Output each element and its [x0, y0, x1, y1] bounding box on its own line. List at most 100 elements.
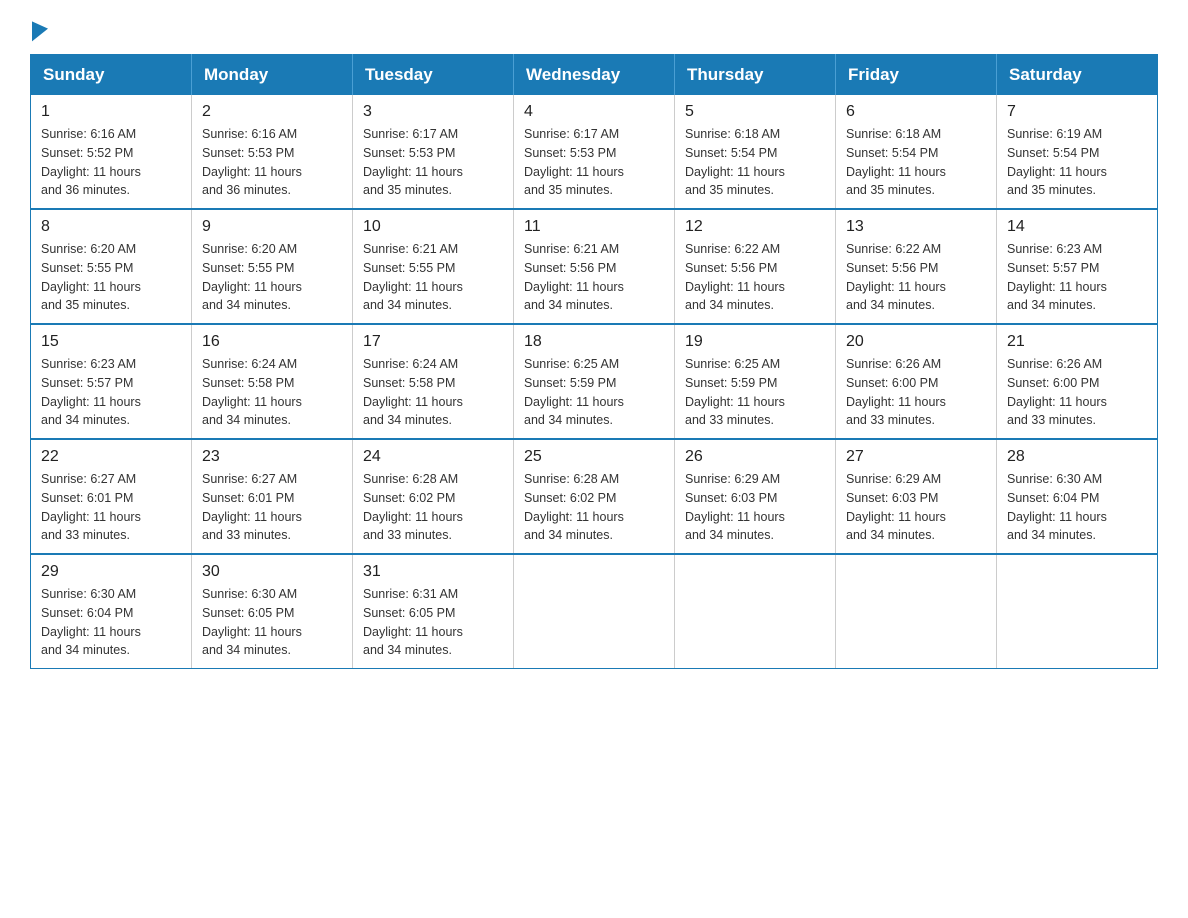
calendar-cell: 17 Sunrise: 6:24 AM Sunset: 5:58 PM Dayl…: [353, 324, 514, 439]
day-number: 19: [685, 333, 825, 351]
calendar-cell: 4 Sunrise: 6:17 AM Sunset: 5:53 PM Dayli…: [514, 95, 675, 209]
col-header-tuesday: Tuesday: [353, 55, 514, 96]
day-number: 13: [846, 218, 986, 236]
day-info: Sunrise: 6:20 AM Sunset: 5:55 PM Dayligh…: [202, 240, 342, 315]
day-number: 20: [846, 333, 986, 351]
day-info: Sunrise: 6:20 AM Sunset: 5:55 PM Dayligh…: [41, 240, 181, 315]
day-number: 29: [41, 563, 181, 581]
calendar-cell: 7 Sunrise: 6:19 AM Sunset: 5:54 PM Dayli…: [997, 95, 1158, 209]
day-number: 17: [363, 333, 503, 351]
calendar-cell: 25 Sunrise: 6:28 AM Sunset: 6:02 PM Dayl…: [514, 439, 675, 554]
calendar-cell: [997, 554, 1158, 669]
calendar-cell: 19 Sunrise: 6:25 AM Sunset: 5:59 PM Dayl…: [675, 324, 836, 439]
calendar-cell: 28 Sunrise: 6:30 AM Sunset: 6:04 PM Dayl…: [997, 439, 1158, 554]
col-header-friday: Friday: [836, 55, 997, 96]
day-info: Sunrise: 6:27 AM Sunset: 6:01 PM Dayligh…: [202, 470, 342, 545]
calendar-cell: 11 Sunrise: 6:21 AM Sunset: 5:56 PM Dayl…: [514, 209, 675, 324]
calendar-week-row: 15 Sunrise: 6:23 AM Sunset: 5:57 PM Dayl…: [31, 324, 1158, 439]
calendar-cell: 20 Sunrise: 6:26 AM Sunset: 6:00 PM Dayl…: [836, 324, 997, 439]
calendar-header-row: SundayMondayTuesdayWednesdayThursdayFrid…: [31, 55, 1158, 96]
day-number: 10: [363, 218, 503, 236]
day-number: 24: [363, 448, 503, 466]
day-number: 27: [846, 448, 986, 466]
calendar-week-row: 22 Sunrise: 6:27 AM Sunset: 6:01 PM Dayl…: [31, 439, 1158, 554]
day-info: Sunrise: 6:26 AM Sunset: 6:00 PM Dayligh…: [1007, 355, 1147, 430]
day-number: 18: [524, 333, 664, 351]
day-number: 28: [1007, 448, 1147, 466]
calendar-cell: 24 Sunrise: 6:28 AM Sunset: 6:02 PM Dayl…: [353, 439, 514, 554]
calendar-cell: 18 Sunrise: 6:25 AM Sunset: 5:59 PM Dayl…: [514, 324, 675, 439]
day-info: Sunrise: 6:17 AM Sunset: 5:53 PM Dayligh…: [524, 125, 664, 200]
day-info: Sunrise: 6:24 AM Sunset: 5:58 PM Dayligh…: [363, 355, 503, 430]
calendar-cell: [514, 554, 675, 669]
col-header-sunday: Sunday: [31, 55, 192, 96]
day-info: Sunrise: 6:23 AM Sunset: 5:57 PM Dayligh…: [1007, 240, 1147, 315]
day-number: 8: [41, 218, 181, 236]
calendar-cell: 2 Sunrise: 6:16 AM Sunset: 5:53 PM Dayli…: [192, 95, 353, 209]
day-number: 16: [202, 333, 342, 351]
day-info: Sunrise: 6:22 AM Sunset: 5:56 PM Dayligh…: [685, 240, 825, 315]
calendar-cell: 10 Sunrise: 6:21 AM Sunset: 5:55 PM Dayl…: [353, 209, 514, 324]
day-number: 1: [41, 103, 181, 121]
day-number: 12: [685, 218, 825, 236]
calendar-week-row: 1 Sunrise: 6:16 AM Sunset: 5:52 PM Dayli…: [31, 95, 1158, 209]
day-number: 30: [202, 563, 342, 581]
day-info: Sunrise: 6:30 AM Sunset: 6:04 PM Dayligh…: [41, 585, 181, 660]
day-number: 26: [685, 448, 825, 466]
day-number: 7: [1007, 103, 1147, 121]
day-info: Sunrise: 6:30 AM Sunset: 6:05 PM Dayligh…: [202, 585, 342, 660]
calendar-cell: 16 Sunrise: 6:24 AM Sunset: 5:58 PM Dayl…: [192, 324, 353, 439]
day-number: 23: [202, 448, 342, 466]
day-info: Sunrise: 6:26 AM Sunset: 6:00 PM Dayligh…: [846, 355, 986, 430]
day-info: Sunrise: 6:19 AM Sunset: 5:54 PM Dayligh…: [1007, 125, 1147, 200]
day-info: Sunrise: 6:16 AM Sunset: 5:52 PM Dayligh…: [41, 125, 181, 200]
day-info: Sunrise: 6:24 AM Sunset: 5:58 PM Dayligh…: [202, 355, 342, 430]
calendar-cell: 27 Sunrise: 6:29 AM Sunset: 6:03 PM Dayl…: [836, 439, 997, 554]
day-number: 2: [202, 103, 342, 121]
day-info: Sunrise: 6:21 AM Sunset: 5:55 PM Dayligh…: [363, 240, 503, 315]
calendar-cell: [675, 554, 836, 669]
calendar-cell: 12 Sunrise: 6:22 AM Sunset: 5:56 PM Dayl…: [675, 209, 836, 324]
logo: [30, 20, 48, 34]
day-info: Sunrise: 6:22 AM Sunset: 5:56 PM Dayligh…: [846, 240, 986, 315]
day-info: Sunrise: 6:25 AM Sunset: 5:59 PM Dayligh…: [524, 355, 664, 430]
calendar-table: SundayMondayTuesdayWednesdayThursdayFrid…: [30, 54, 1158, 669]
col-header-saturday: Saturday: [997, 55, 1158, 96]
day-number: 31: [363, 563, 503, 581]
calendar-cell: 15 Sunrise: 6:23 AM Sunset: 5:57 PM Dayl…: [31, 324, 192, 439]
day-number: 3: [363, 103, 503, 121]
day-number: 21: [1007, 333, 1147, 351]
day-number: 11: [524, 218, 664, 236]
day-info: Sunrise: 6:18 AM Sunset: 5:54 PM Dayligh…: [685, 125, 825, 200]
day-number: 6: [846, 103, 986, 121]
day-info: Sunrise: 6:16 AM Sunset: 5:53 PM Dayligh…: [202, 125, 342, 200]
logo-general-line: [30, 20, 48, 40]
day-number: 9: [202, 218, 342, 236]
day-info: Sunrise: 6:30 AM Sunset: 6:04 PM Dayligh…: [1007, 470, 1147, 545]
day-info: Sunrise: 6:25 AM Sunset: 5:59 PM Dayligh…: [685, 355, 825, 430]
calendar-cell: 21 Sunrise: 6:26 AM Sunset: 6:00 PM Dayl…: [997, 324, 1158, 439]
day-info: Sunrise: 6:28 AM Sunset: 6:02 PM Dayligh…: [363, 470, 503, 545]
col-header-monday: Monday: [192, 55, 353, 96]
calendar-cell: 3 Sunrise: 6:17 AM Sunset: 5:53 PM Dayli…: [353, 95, 514, 209]
calendar-cell: 22 Sunrise: 6:27 AM Sunset: 6:01 PM Dayl…: [31, 439, 192, 554]
calendar-cell: 1 Sunrise: 6:16 AM Sunset: 5:52 PM Dayli…: [31, 95, 192, 209]
calendar-week-row: 29 Sunrise: 6:30 AM Sunset: 6:04 PM Dayl…: [31, 554, 1158, 669]
day-number: 22: [41, 448, 181, 466]
day-info: Sunrise: 6:31 AM Sunset: 6:05 PM Dayligh…: [363, 585, 503, 660]
day-info: Sunrise: 6:18 AM Sunset: 5:54 PM Dayligh…: [846, 125, 986, 200]
calendar-cell: 31 Sunrise: 6:31 AM Sunset: 6:05 PM Dayl…: [353, 554, 514, 669]
day-info: Sunrise: 6:17 AM Sunset: 5:53 PM Dayligh…: [363, 125, 503, 200]
calendar-cell: [836, 554, 997, 669]
calendar-cell: 14 Sunrise: 6:23 AM Sunset: 5:57 PM Dayl…: [997, 209, 1158, 324]
day-number: 14: [1007, 218, 1147, 236]
day-info: Sunrise: 6:29 AM Sunset: 6:03 PM Dayligh…: [846, 470, 986, 545]
col-header-thursday: Thursday: [675, 55, 836, 96]
col-header-wednesday: Wednesday: [514, 55, 675, 96]
calendar-cell: 13 Sunrise: 6:22 AM Sunset: 5:56 PM Dayl…: [836, 209, 997, 324]
day-info: Sunrise: 6:28 AM Sunset: 6:02 PM Dayligh…: [524, 470, 664, 545]
day-number: 4: [524, 103, 664, 121]
day-number: 5: [685, 103, 825, 121]
calendar-cell: 5 Sunrise: 6:18 AM Sunset: 5:54 PM Dayli…: [675, 95, 836, 209]
day-number: 25: [524, 448, 664, 466]
